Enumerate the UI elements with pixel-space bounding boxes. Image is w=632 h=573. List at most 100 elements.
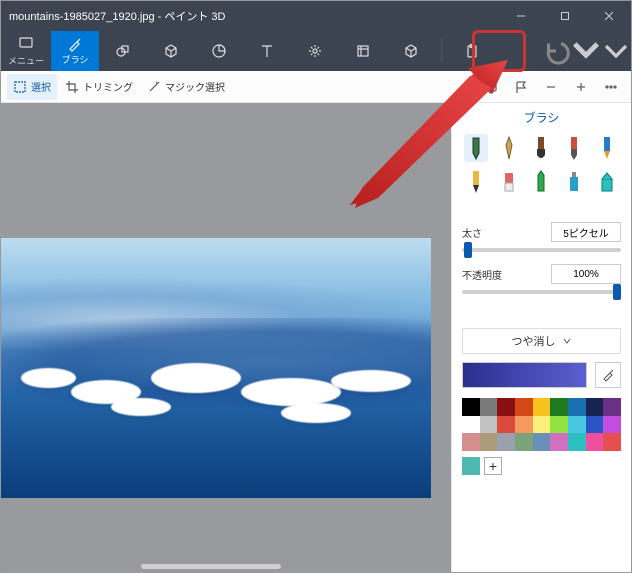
palette-swatch[interactable] bbox=[568, 398, 586, 416]
thickness-label: 太さ bbox=[462, 225, 482, 240]
opacity-input[interactable] bbox=[551, 264, 621, 284]
palette-swatch[interactable] bbox=[568, 433, 586, 451]
canvas-image[interactable] bbox=[1, 238, 431, 498]
palette-swatch[interactable] bbox=[533, 433, 551, 451]
tab-canvas[interactable] bbox=[339, 31, 387, 71]
palette-swatch[interactable] bbox=[497, 433, 515, 451]
tab-2d[interactable] bbox=[99, 31, 147, 71]
tab-brush[interactable]: ブラシ bbox=[51, 31, 99, 71]
palette-swatch[interactable] bbox=[550, 398, 568, 416]
brush-crayon[interactable] bbox=[529, 168, 553, 196]
tab-3d[interactable] bbox=[147, 31, 195, 71]
undo-icon bbox=[541, 36, 571, 66]
magic-select-button[interactable]: マジック選択 bbox=[141, 74, 231, 100]
zoom-in-button[interactable] bbox=[567, 74, 595, 100]
brush-pencil[interactable] bbox=[464, 168, 488, 196]
palette-swatch[interactable] bbox=[603, 433, 621, 451]
thickness-row: 太さ bbox=[462, 222, 621, 242]
eyedropper-icon bbox=[601, 368, 615, 382]
menu-button[interactable]: メニュー bbox=[1, 31, 51, 71]
palette-swatch[interactable] bbox=[480, 433, 498, 451]
brush-watercolor[interactable] bbox=[562, 134, 586, 162]
eyedropper-button[interactable] bbox=[595, 362, 621, 388]
palette-swatch[interactable] bbox=[462, 398, 480, 416]
horizontal-scrollbar[interactable] bbox=[141, 564, 281, 569]
history-button[interactable] bbox=[571, 31, 601, 71]
effects-icon bbox=[307, 43, 323, 59]
palette-swatch[interactable] bbox=[550, 416, 568, 434]
palette-swatch[interactable] bbox=[550, 433, 568, 451]
flag-button[interactable] bbox=[507, 74, 535, 100]
canvas-icon bbox=[355, 43, 371, 59]
palette-swatch[interactable] bbox=[586, 416, 604, 434]
canvas-area[interactable] bbox=[1, 103, 451, 572]
finish-dropdown[interactable]: つや消し bbox=[462, 328, 621, 354]
palette-swatch[interactable] bbox=[480, 416, 498, 434]
tab-text[interactable] bbox=[243, 31, 291, 71]
main-area: ブラシ 太さ 不透明度 bbox=[1, 103, 631, 572]
palette-swatch[interactable] bbox=[533, 416, 551, 434]
palette-swatch[interactable] bbox=[603, 398, 621, 416]
add-color-button[interactable]: + bbox=[484, 457, 502, 475]
cube-small-icon bbox=[484, 80, 498, 94]
clipboard-icon bbox=[464, 43, 480, 59]
top-toolbar: メニュー ブラシ bbox=[1, 31, 631, 71]
secondary-toolbar: 選択 トリミング マジック選択 bbox=[1, 71, 631, 103]
close-button[interactable] bbox=[587, 1, 631, 31]
panel-title: ブラシ bbox=[462, 109, 621, 126]
brush-pen[interactable] bbox=[595, 134, 619, 162]
palette-swatch[interactable] bbox=[586, 433, 604, 451]
cube-icon bbox=[163, 43, 179, 59]
tab-stickers[interactable] bbox=[195, 31, 243, 71]
palette-swatch[interactable] bbox=[603, 416, 621, 434]
brush-calligraphy[interactable] bbox=[497, 134, 521, 162]
current-color[interactable] bbox=[462, 362, 587, 388]
app-window: mountains-1985027_1920.jpg - ペイント 3D メニュ… bbox=[0, 0, 632, 573]
tab-paste[interactable] bbox=[448, 31, 496, 71]
undo-button[interactable] bbox=[541, 31, 571, 71]
palette-swatch[interactable] bbox=[497, 416, 515, 434]
wand-icon bbox=[147, 80, 161, 94]
text-icon bbox=[259, 43, 275, 59]
palette-swatch[interactable] bbox=[533, 398, 551, 416]
opacity-row: 不透明度 bbox=[462, 264, 621, 284]
opacity-label: 不透明度 bbox=[462, 267, 502, 282]
view-3d-button[interactable] bbox=[477, 74, 505, 100]
title-bar: mountains-1985027_1920.jpg - ペイント 3D bbox=[1, 1, 631, 31]
thickness-slider[interactable] bbox=[462, 248, 621, 252]
palette-swatch[interactable] bbox=[568, 416, 586, 434]
brush-eraser[interactable] bbox=[497, 168, 521, 196]
zoom-out-button[interactable] bbox=[537, 74, 565, 100]
tab-effects[interactable] bbox=[291, 31, 339, 71]
palette-swatch[interactable] bbox=[462, 433, 480, 451]
palette-swatch[interactable] bbox=[515, 416, 533, 434]
palette-swatch[interactable] bbox=[497, 398, 515, 416]
more-icon bbox=[604, 80, 618, 94]
library-icon bbox=[403, 43, 419, 59]
palette-swatch[interactable] bbox=[480, 398, 498, 416]
palette-swatch[interactable] bbox=[515, 398, 533, 416]
brush-fill[interactable] bbox=[595, 168, 619, 196]
brush-spray[interactable] bbox=[562, 168, 586, 196]
maximize-button[interactable] bbox=[543, 1, 587, 31]
minimize-button[interactable] bbox=[499, 1, 543, 31]
shape-2d-icon bbox=[115, 43, 131, 59]
flag-icon bbox=[514, 80, 528, 94]
redo-button[interactable] bbox=[601, 31, 631, 71]
caret-down-icon bbox=[571, 29, 601, 74]
palette-swatch[interactable] bbox=[515, 433, 533, 451]
crop-button[interactable]: トリミング bbox=[59, 74, 139, 100]
palette-swatch[interactable] bbox=[462, 416, 480, 434]
select-button[interactable]: 選択 bbox=[7, 74, 57, 100]
brush-oil[interactable] bbox=[529, 134, 553, 162]
opacity-slider[interactable] bbox=[462, 290, 621, 294]
tab-library[interactable] bbox=[387, 31, 435, 71]
brush-marker[interactable] bbox=[464, 134, 488, 162]
custom-color-1[interactable] bbox=[462, 457, 480, 475]
thickness-input[interactable] bbox=[551, 222, 621, 242]
window-title: mountains-1985027_1920.jpg - ペイント 3D bbox=[9, 8, 499, 24]
palette-swatch[interactable] bbox=[586, 398, 604, 416]
more-button[interactable] bbox=[597, 74, 625, 100]
brush-picker bbox=[462, 134, 621, 196]
chevron-down-icon bbox=[562, 336, 572, 346]
